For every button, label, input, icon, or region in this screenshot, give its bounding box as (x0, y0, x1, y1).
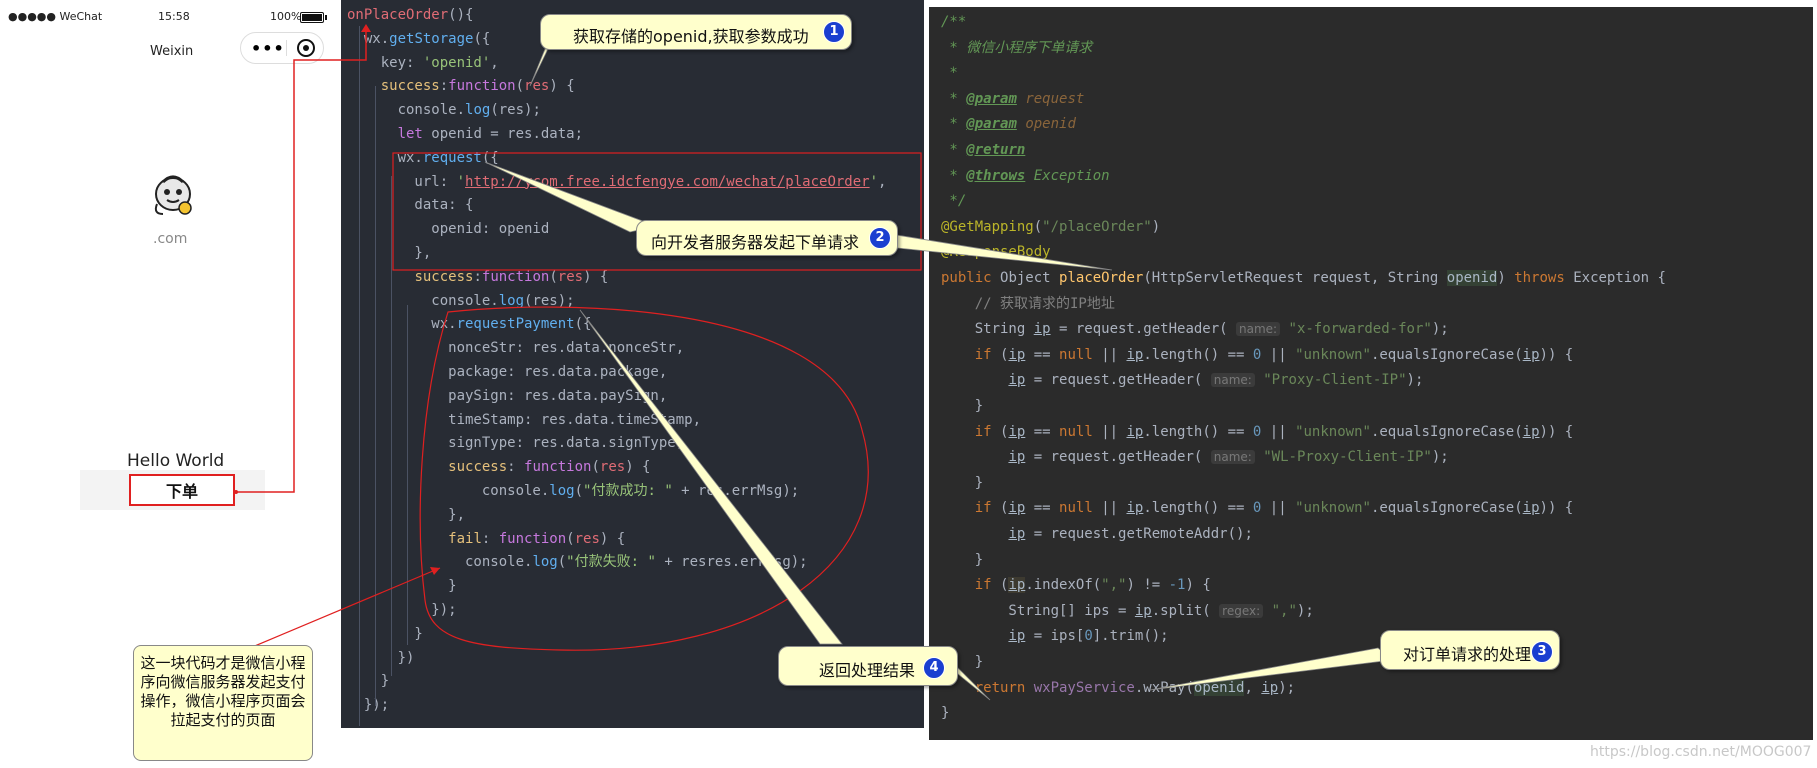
callout-4-tail (579, 309, 843, 645)
callout-2-badge: 2 (869, 227, 891, 249)
callout-2-text: 向开发者服务器发起下单请求 (651, 233, 860, 252)
callout-2b-tail (877, 231, 1113, 271)
callout-3-tail (1149, 647, 1393, 691)
callout-1: 获取存储的openid,获取参数成功 1 (540, 14, 852, 50)
watermark: https://blog.csdn.net/MOOG007 (1590, 744, 1812, 760)
red-connector-line (236, 30, 367, 493)
callout-1-text: 获取存储的openid,获取参数成功 (573, 27, 809, 46)
callout-4: 返回处理结果 4 (778, 646, 958, 686)
callout-4-text: 返回处理结果 (819, 661, 916, 680)
callout-2-tail (484, 161, 658, 233)
payment-explanation-note: 这一块代码才是微信小程序向微信服务器发起支付操作，微信小程序页面会拉起支付的页面 (133, 645, 313, 761)
callout-3: 对订单请求的处理 3 (1380, 630, 1560, 670)
callout-3-text: 对订单请求的处理 (1403, 645, 1532, 664)
note-arrow-line (249, 567, 441, 649)
callout-1-badge: 1 (823, 21, 845, 43)
red-arrow-head (361, 24, 371, 32)
callout-3-badge: 3 (1531, 641, 1553, 663)
callout-2: 向开发者服务器发起下单请求 2 (636, 220, 898, 256)
callout-4-badge: 4 (923, 657, 945, 679)
